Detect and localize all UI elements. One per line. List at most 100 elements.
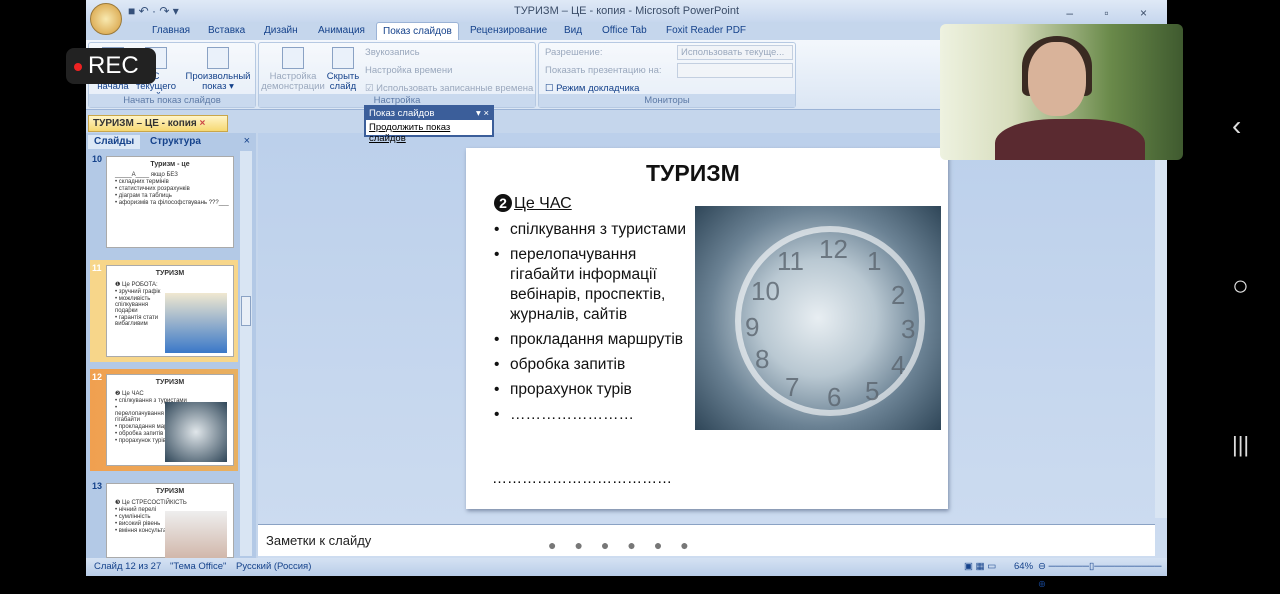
editor-scrollbar[interactable] [1155, 133, 1167, 518]
close-icon[interactable]: × [244, 135, 250, 147]
zoom-level[interactable]: 64% [1014, 558, 1033, 576]
slide-subtitle: 2 Це ЧАС [494, 194, 572, 213]
window-controls[interactable]: – ▫ × [1066, 2, 1161, 24]
rec-indicator: REC [66, 48, 156, 84]
rec-label: REC [88, 52, 139, 79]
resume-slideshow-button[interactable]: Продолжить показ слайдов [366, 120, 492, 146]
thumb-line: ❶ Це РОБОТА: [115, 282, 158, 288]
thumb-line: • перелопачування гігабайти [115, 405, 164, 423]
tab-foxit[interactable]: Foxit Reader PDF [660, 22, 752, 40]
bullet-item: спілкування з туристами [492, 220, 692, 240]
notes-placeholder: Заметки к слайду [266, 533, 372, 548]
hide-slide-button[interactable]: Скрыть слайд [325, 47, 361, 92]
group-setup: Настройка демонстрации Скрыть слайд Звук… [258, 42, 536, 108]
slide-thumbnail[interactable]: 13 ТУРИЗМ ❸ Це СТРЕСОСТІЙКІСТЬ • нічний пер… [90, 478, 238, 571]
office-button[interactable] [90, 3, 122, 35]
tab-view[interactable]: Вид [558, 22, 588, 40]
custom-show-button[interactable]: Произвольный показ ▾ [183, 47, 253, 92]
tab-design[interactable]: Дизайн [258, 22, 304, 40]
loading-dots: ●●●●●● [548, 537, 707, 553]
thumb-title: ТУРИЗМ [155, 379, 185, 386]
quick-access-toolbar[interactable]: ■ ↶ · ↷ ▾ [128, 4, 179, 18]
clock-number: 4 [891, 350, 906, 380]
clock-number: 12 [819, 234, 848, 264]
thumb-line: ❷ Це ЧАС [115, 391, 144, 397]
slide-counter: Слайд 12 из 27 [94, 561, 162, 572]
thumb-title: Туризм - це [150, 161, 190, 168]
thumb-line: • діаграм та таблиць [115, 193, 172, 199]
thumb-line: _____А____ якщо БЕЗ [115, 172, 178, 178]
group-monitors: Разрешение: Использовать текуще... Показ… [538, 42, 796, 108]
thumb-line: • гарантія стати вибагливим [115, 315, 159, 327]
show-on-select[interactable] [677, 63, 793, 78]
title-bar: ТУРИЗМ – ЦЕ - копия - Microsoft PowerPoi… [86, 0, 1167, 22]
tab-office-tab[interactable]: Office Tab [596, 22, 653, 40]
tab-slides[interactable]: Слайды [88, 135, 141, 149]
document-tab[interactable]: ТУРИЗМ – ЦЕ - копия × [88, 115, 228, 132]
clock-number: 6 [827, 382, 842, 412]
slideshow-floating-toolbar: Показ слайдов ▾ × Продолжить показ слайдо… [364, 105, 494, 144]
bullet-list: спілкування з туристами перелопачування … [492, 220, 692, 430]
bullet-item: обробка запитів [492, 355, 692, 375]
thumb-line: • складних термінів [115, 179, 169, 185]
tab-home[interactable]: Главная [146, 22, 196, 40]
home-button[interactable]: ○ [1232, 270, 1249, 302]
clock-face: 12 1 2 3 4 5 6 7 8 9 10 11 [735, 226, 925, 416]
zoom-slider[interactable]: ⊖ ──────▯────────── ⊕ [1038, 558, 1167, 594]
thumb-number: 10 [92, 154, 103, 164]
group-label: Мониторы [539, 94, 795, 107]
clock-laptop-image: 12 1 2 3 4 5 6 7 8 9 10 11 [695, 206, 941, 430]
group-label: Начать показ слайдов [89, 94, 255, 107]
tab-outline[interactable]: Структура [144, 135, 207, 149]
resolution-select[interactable]: Использовать текуще... [677, 45, 793, 60]
tab-slideshow[interactable]: Показ слайдов [376, 22, 459, 40]
subtitle-text: Це ЧАС [514, 195, 572, 212]
slide-thumbnail-selected[interactable]: 12 ТУРИЗМ ❷ Це ЧАС • спілкування з туристам… [90, 369, 238, 471]
trailing-dots: ……………………………… [492, 470, 672, 487]
current-slide[interactable]: ТУРИЗМ 2Це ЧАС спілкування з туристами п… [466, 148, 948, 509]
thumb-number: 13 [92, 481, 103, 491]
clock-number: 7 [785, 372, 800, 402]
recents-button[interactable]: ||| [1232, 432, 1249, 458]
thumb-image [165, 402, 227, 462]
notes-pane[interactable]: Заметки к слайду ●●●●●● [258, 524, 1155, 556]
tab-insert[interactable]: Вставка [202, 22, 251, 40]
tab-animation[interactable]: Анимация [312, 22, 371, 40]
thumb-image [165, 293, 227, 353]
save-icon[interactable]: ■ [128, 4, 135, 18]
clock-number: 9 [745, 312, 760, 342]
setup-show-button[interactable]: Настройка демонстрации [261, 47, 325, 92]
status-bar: Слайд 12 из 27 "Тема Office" Русский (Ро… [86, 558, 1167, 590]
window-title: ТУРИЗМ – ЦЕ - копия - Microsoft PowerPoi… [513, 5, 740, 17]
bullet-item: прокладання маршрутів [492, 330, 692, 350]
float-title: Показ слайдов [369, 108, 435, 119]
panel-scrollbar[interactable] [240, 151, 252, 556]
close-icon[interactable]: × [200, 118, 206, 129]
redo-icon[interactable]: ↷ [159, 4, 169, 18]
use-timings-checkbox[interactable]: ☑ Использовать записанные времена [365, 83, 533, 94]
doc-tab-label: ТУРИЗМ – ЦЕ - копия [93, 118, 197, 129]
clock-number: 1 [867, 246, 882, 276]
close-icon[interactable]: ▾ × [476, 107, 489, 120]
view-buttons[interactable]: ▣ ▦ ▭ [964, 558, 996, 576]
slide-editor: ТУРИЗМ 2Це ЧАС спілкування з туристами п… [258, 133, 1167, 558]
clock-number: 11 [777, 246, 804, 276]
clock-number: 2 [891, 280, 906, 310]
presenter-view-checkbox[interactable]: ☐ Режим докладчика [545, 83, 639, 94]
undo-icon[interactable]: ↶ [139, 4, 149, 18]
bullet-item: …………………… [492, 405, 692, 425]
hide-label: Скрыть слайд [326, 71, 360, 92]
slide-title: ТУРИЗМ [646, 160, 740, 186]
presenter-label: Режим докладчика [556, 83, 640, 94]
rehearse-timings-button[interactable]: Настройка времени [365, 65, 452, 76]
thumb-line: • статистичних розрахунків [115, 186, 190, 192]
tab-review[interactable]: Рецензирование [464, 22, 553, 40]
record-narration-button[interactable]: Звукозапись [365, 47, 420, 58]
slide-thumbnail[interactable]: 10 Туризм - це _____А____ якщо БЕЗ • складн… [90, 151, 238, 253]
thumb-line: • афоризмів та філософствувань ???___ [115, 200, 229, 206]
slide-thumbnail[interactable]: 11 ТУРИЗМ ❶ Це РОБОТА: • зручний графік • мо… [90, 260, 238, 362]
thumb-line: ❸ Це СТРЕСОСТІЙКІСТЬ [115, 500, 187, 506]
bullet-item: перелопачування гігабайти інформації веб… [492, 245, 692, 325]
back-button[interactable]: ‹ [1232, 110, 1241, 142]
slides-panel: Слайды Структура × 10 Туризм - це _____А__… [86, 133, 256, 571]
